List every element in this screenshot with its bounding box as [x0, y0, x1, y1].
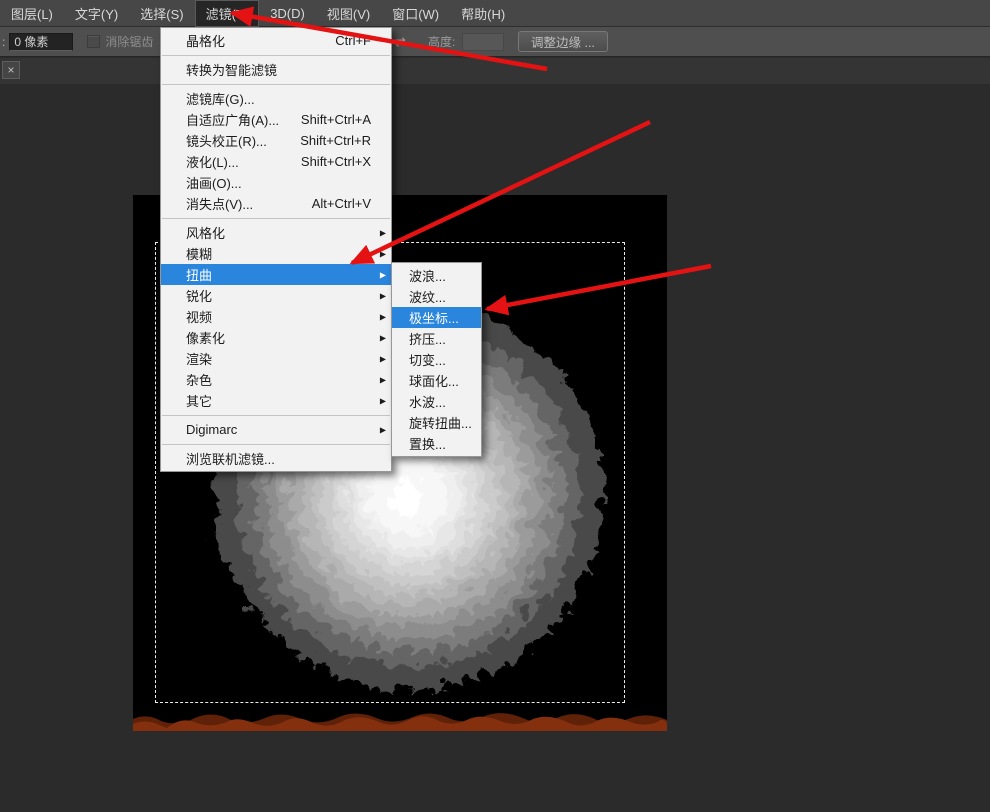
filter-menu-item-16[interactable]: 视频 ▶ — [161, 306, 391, 327]
filter-menu-item-13[interactable]: 模糊 ▶ — [161, 243, 391, 264]
document-tab-strip: × — [0, 58, 990, 85]
filter-menu-item-19[interactable]: 杂色 ▶ — [161, 369, 391, 390]
menu-item-label: 转换为智能滤镜 — [186, 63, 278, 78]
menubar-item-1[interactable]: 图层(L) — [0, 0, 64, 27]
menubar-item-7[interactable]: 窗口(W) — [381, 0, 450, 27]
feather-label: : — [2, 34, 6, 49]
menu-separator — [161, 440, 391, 448]
antialias-label: 消除锯齿 — [105, 35, 154, 49]
menu-item-label: Digimarc — [186, 422, 238, 437]
menu-item-shortcut: Shift+Ctrl+R — [300, 133, 371, 148]
submenu-arrow-icon: ▶ — [379, 396, 386, 405]
photoshop-window: 图层(L) 文字(Y) 选择(S) 滤镜(T) 3D(D) 视图(V) 窗口(W) 帮助(H)… — [0, 0, 990, 812]
filter-menu-item-20[interactable]: 其它 ▶ — [161, 390, 391, 411]
menu-item-label: 极坐标... — [409, 311, 459, 326]
distort-submenu: 波浪... 波纹... 极坐标... 挤压... 切变... 球面化... 水波... 旋转扭… — [391, 262, 482, 457]
menu-item-label: 风格化 — [186, 226, 226, 241]
options-bar: : 0 像素 消除锯齿 ⇄ 高度: 调整边缘 ... — [0, 27, 990, 57]
distort-submenu-item-9[interactable]: 置换... — [392, 433, 481, 454]
menu-item-label: 杂色 — [186, 373, 213, 388]
menu-item-label: 自适应广角(A)... — [186, 113, 280, 128]
distort-submenu-item-8[interactable]: 旋转扭曲... — [392, 412, 481, 433]
filter-menu-item-6[interactable]: 自适应广角(A)... Shift+Ctrl+A — [161, 109, 391, 130]
menu-item-label: 波纹... — [409, 290, 446, 305]
menubar-item-5[interactable]: 3D(D) — [259, 0, 316, 27]
menubar-item-2[interactable]: 文字(Y) — [64, 0, 129, 27]
menu-item-label: 液化(L)... — [186, 155, 239, 170]
menu-item-label: 水波... — [409, 395, 446, 410]
distort-submenu-item-6[interactable]: 球面化... — [392, 370, 481, 391]
close-tab-icon[interactable]: × — [2, 61, 20, 79]
menu-item-shortcut: Shift+Ctrl+X — [300, 154, 371, 169]
submenu-arrow-icon: ▶ — [379, 312, 386, 321]
filter-menu-item-9[interactable]: 油画(O)... — [161, 172, 391, 193]
menu-item-label: 渲染 — [186, 352, 213, 367]
menu-separator — [161, 411, 391, 419]
menubar: 图层(L) 文字(Y) 选择(S) 滤镜(T) 3D(D) 视图(V) 窗口(W) 帮助(H) — [0, 0, 990, 27]
filter-menu-item-1[interactable]: 晶格化 Ctrl+F — [161, 30, 391, 51]
distort-submenu-item-1[interactable]: 波浪... — [392, 265, 481, 286]
menu-separator — [161, 214, 391, 222]
height-input[interactable] — [462, 33, 504, 51]
height-label: 高度: — [428, 35, 456, 49]
menu-item-label: 镜头校正(R)... — [186, 134, 267, 149]
feather-value-field[interactable]: 0 像素 — [9, 32, 74, 51]
submenu-arrow-icon: ▶ — [379, 354, 386, 363]
filter-menu-item-14[interactable]: 扭曲 ▶ — [161, 264, 391, 285]
menu-item-label: 扭曲 — [186, 268, 213, 283]
filter-menu-item-10[interactable]: 消失点(V)... Alt+Ctrl+V — [161, 193, 391, 214]
menu-item-label: 旋转扭曲... — [409, 416, 472, 431]
distort-submenu-item-5[interactable]: 切变... — [392, 349, 481, 370]
submenu-arrow-icon: ▶ — [379, 291, 386, 300]
menu-item-label: 滤镜库(G)... — [186, 92, 255, 107]
filter-menu-item-5[interactable]: 滤镜库(G)... — [161, 88, 391, 109]
menu-item-label: 切变... — [409, 353, 446, 368]
filter-menu-item-12[interactable]: 风格化 ▶ — [161, 222, 391, 243]
filter-menu-item-18[interactable]: 渲染 ▶ — [161, 348, 391, 369]
filter-menu-item-3[interactable]: 转换为智能滤镜 — [161, 59, 391, 80]
submenu-arrow-icon: ▶ — [379, 425, 386, 434]
menu-item-shortcut: Shift+Ctrl+A — [300, 112, 371, 127]
menu-item-label: 浏览联机滤镜... — [186, 452, 275, 467]
submenu-arrow-icon: ▶ — [379, 375, 386, 384]
menu-item-label: 像素化 — [186, 331, 226, 346]
menu-item-label: 挤压... — [409, 332, 446, 347]
distort-submenu-item-2[interactable]: 波纹... — [392, 286, 481, 307]
distort-submenu-item-4[interactable]: 挤压... — [392, 328, 481, 349]
filter-menu-item-7[interactable]: 镜头校正(R)... Shift+Ctrl+R — [161, 130, 391, 151]
filter-menu-item-17[interactable]: 像素化 ▶ — [161, 327, 391, 348]
menu-separator — [161, 80, 391, 88]
menu-item-label: 波浪... — [409, 269, 446, 284]
distort-submenu-item-3[interactable]: 极坐标... — [392, 307, 481, 328]
menubar-item-6[interactable]: 视图(V) — [316, 0, 381, 27]
filter-menu: 晶格化 Ctrl+F 转换为智能滤镜 滤镜库(G)... 自适应广角(A)... Shif… — [160, 27, 392, 472]
submenu-arrow-icon: ▶ — [379, 228, 386, 237]
menu-item-label: 油画(O)... — [186, 176, 242, 191]
antialias-checkbox[interactable] — [87, 35, 101, 48]
menu-item-label: 晶格化 — [186, 34, 226, 49]
submenu-arrow-icon: ▶ — [379, 270, 386, 279]
menu-item-label: 锐化 — [186, 289, 213, 304]
filter-menu-item-15[interactable]: 锐化 ▶ — [161, 285, 391, 306]
filter-menu-item-8[interactable]: 液化(L)... Shift+Ctrl+X — [161, 151, 391, 172]
menu-item-label: 球面化... — [409, 374, 459, 389]
menubar-item-8[interactable]: 帮助(H) — [450, 0, 516, 27]
menu-item-label: 模糊 — [186, 247, 213, 262]
menu-separator — [161, 51, 391, 59]
filter-menu-item-24[interactable]: 浏览联机滤镜... — [161, 448, 391, 469]
submenu-arrow-icon: ▶ — [379, 249, 386, 258]
submenu-arrow-icon: ▶ — [379, 333, 386, 342]
menubar-item-3[interactable]: 选择(S) — [129, 0, 194, 27]
refine-edge-button[interactable]: 调整边缘 ... — [518, 31, 608, 52]
menu-item-label: 视频 — [186, 310, 213, 325]
menu-item-shortcut: Alt+Ctrl+V — [311, 196, 371, 211]
menu-item-shortcut: Ctrl+F — [335, 33, 371, 48]
menu-item-label: 其它 — [186, 394, 213, 409]
distort-submenu-item-7[interactable]: 水波... — [392, 391, 481, 412]
filter-menu-item-22[interactable]: Digimarc ▶ — [161, 419, 391, 440]
menu-item-label: 置换... — [409, 437, 446, 452]
swap-width-height-icon[interactable]: ⇄ — [395, 34, 406, 50]
menu-item-label: 消失点(V)... — [186, 197, 254, 212]
menubar-item-4[interactable]: 滤镜(T) — [194, 0, 260, 27]
